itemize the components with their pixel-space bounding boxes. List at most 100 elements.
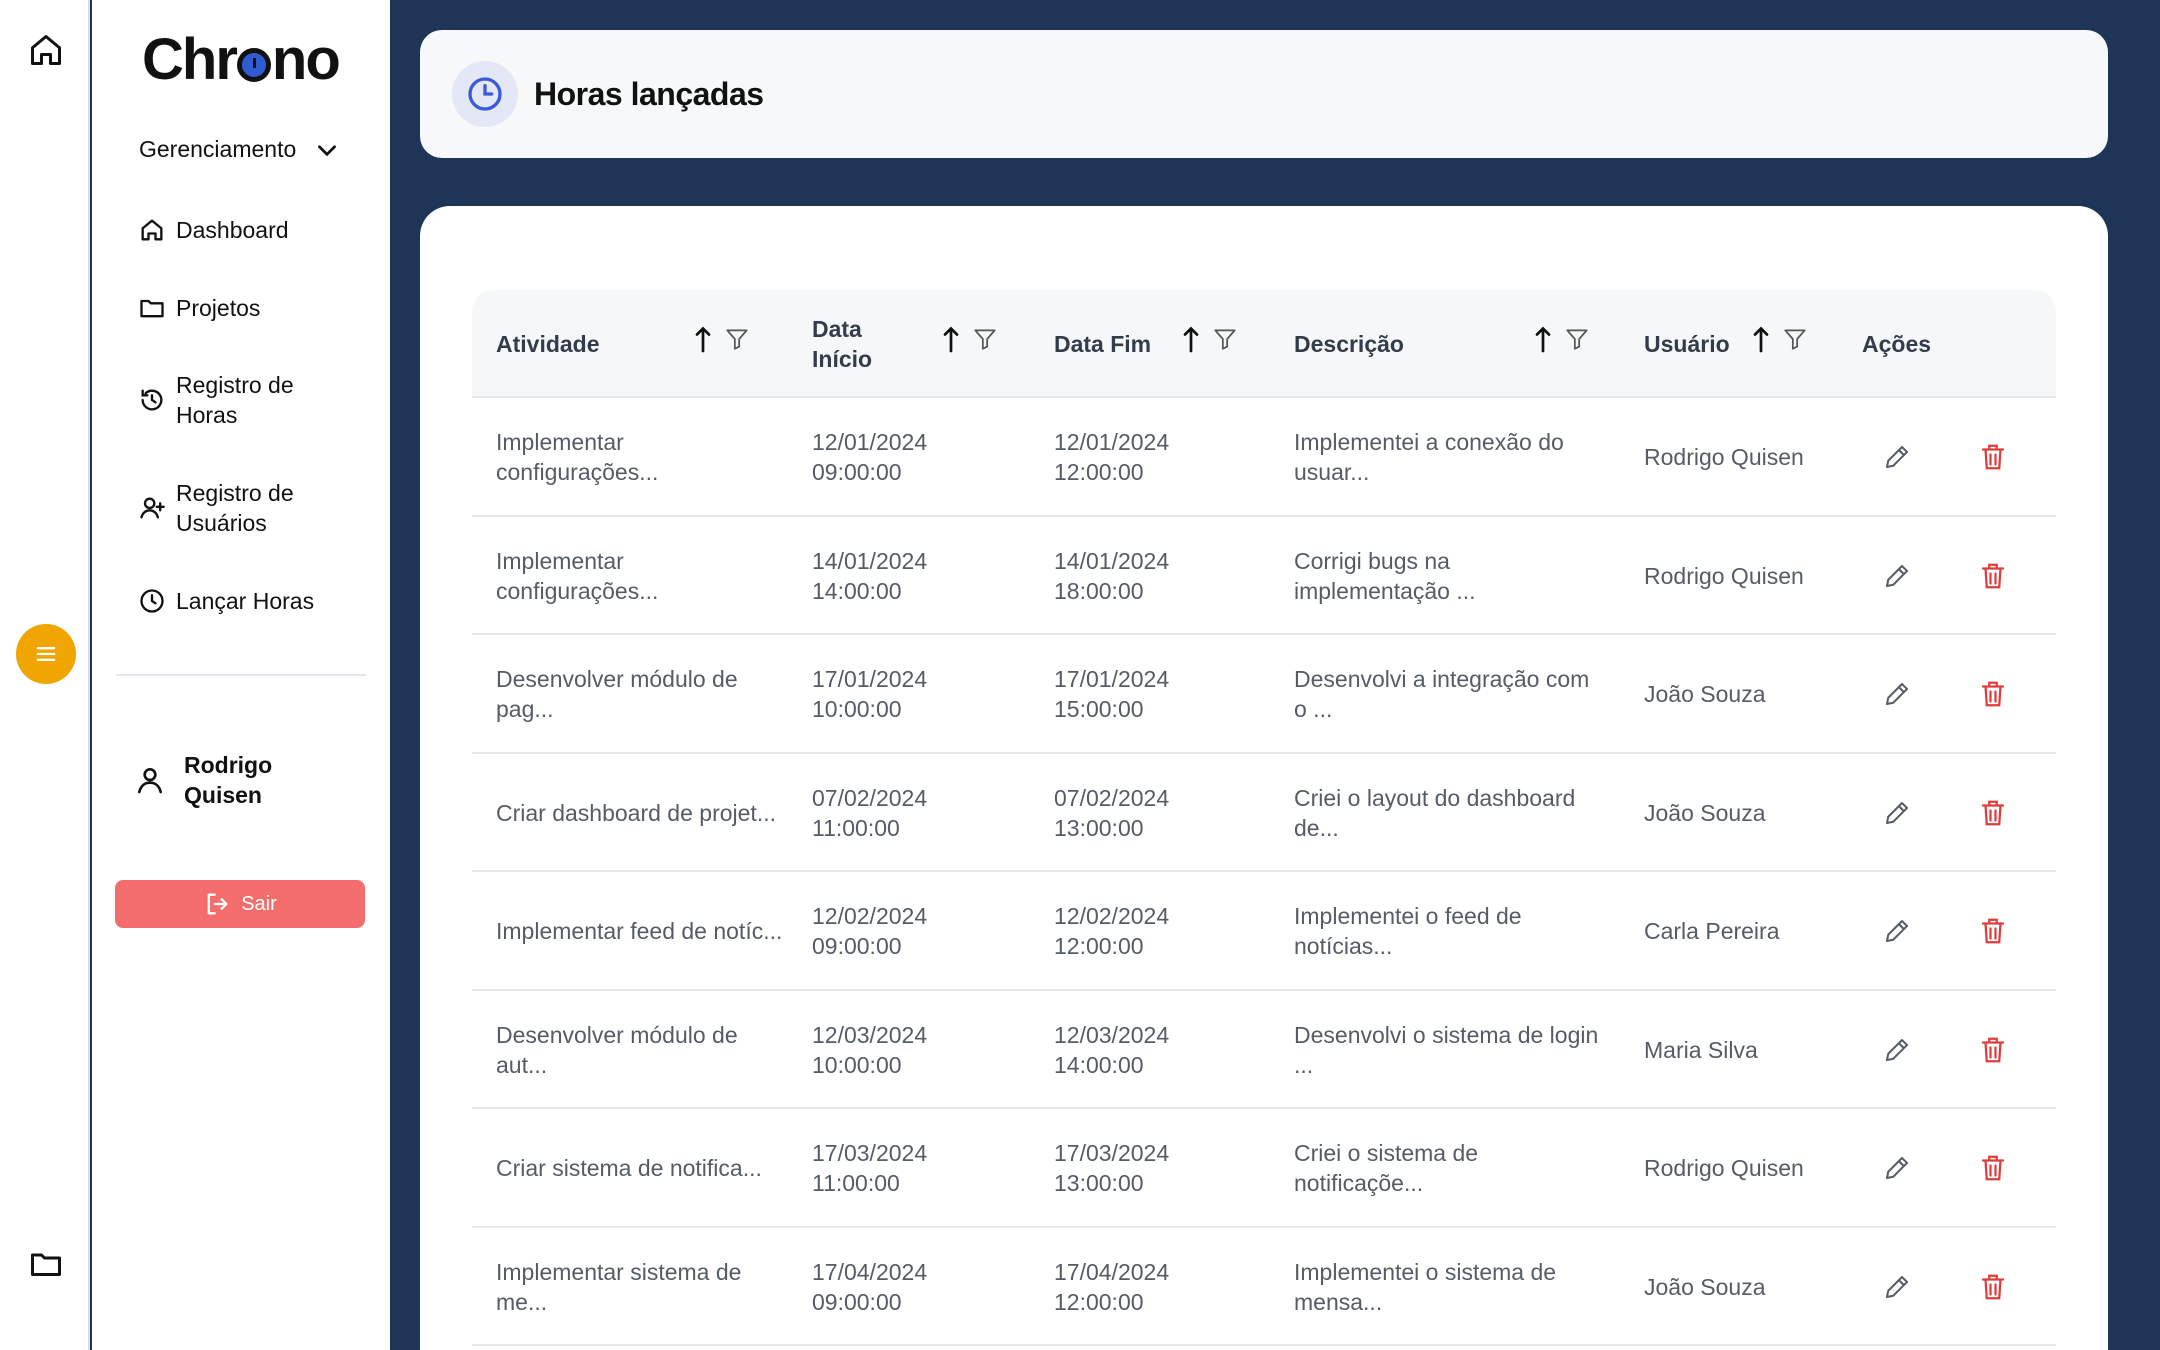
table-body: Implementar configurações... 12/01/2024 … xyxy=(472,398,2056,1346)
cell-descricao: Implementei a conexão do usuar... xyxy=(1294,429,1564,485)
user-profile: Rodrigo Quisen xyxy=(134,750,294,810)
cell-descricao: Implementei o feed de notícias... xyxy=(1294,903,1522,959)
cell-data-fim: 17/04/2024 12:00:00 xyxy=(1054,1258,1170,1315)
home-icon[interactable] xyxy=(28,32,64,68)
cell-usuario: Maria Silva xyxy=(1644,1036,1758,1063)
cell-descricao: Implementei o sistema de mensa... xyxy=(1294,1258,1557,1315)
trash-icon[interactable] xyxy=(1978,1272,2008,1302)
cell-data-fim: 12/03/2024 14:00:00 xyxy=(1054,1021,1170,1078)
cell-usuario: João Souza xyxy=(1644,681,1766,707)
management-dropdown[interactable]: Gerenciamento xyxy=(139,136,340,163)
filter-icon[interactable] xyxy=(724,326,750,352)
table-row: Desenvolver módulo de aut... 12/03/2024 … xyxy=(472,991,2056,1109)
edit-icon[interactable] xyxy=(1882,1272,1912,1302)
folder-icon[interactable] xyxy=(28,1246,64,1282)
cell-atividade: Criar dashboard de projet... xyxy=(496,799,776,826)
menu-icon xyxy=(36,647,56,661)
sort-arrow-icon[interactable] xyxy=(942,324,960,354)
cell-data-fim: 17/03/2024 13:00:00 xyxy=(1054,1140,1170,1196)
home-icon xyxy=(141,219,163,241)
sort-arrow-icon[interactable] xyxy=(1182,324,1200,354)
sort-arrow-icon[interactable] xyxy=(1752,324,1770,354)
cell-atividade: Desenvolver módulo de pag... xyxy=(496,666,738,722)
sidebar-item-label: Projetos xyxy=(176,295,261,321)
edit-icon[interactable] xyxy=(1882,798,1912,828)
menu-toggle-button[interactable] xyxy=(16,624,76,684)
sidebar-item-label: Dashboard xyxy=(176,217,289,243)
trash-icon[interactable] xyxy=(1978,916,2008,946)
filter-icon[interactable] xyxy=(1782,326,1808,352)
cell-data-inicio: 12/01/2024 09:00:00 xyxy=(812,429,928,485)
trash-icon[interactable] xyxy=(1978,442,2008,472)
cell-descricao: Criei o sistema de notificaçõe... xyxy=(1294,1140,1479,1196)
sidebar-item-dashboard[interactable]: Dashboard xyxy=(138,215,289,245)
table-row: Criar dashboard de projet... 07/02/2024 … xyxy=(472,754,2056,872)
edit-icon[interactable] xyxy=(1882,442,1912,472)
sort-arrow-icon[interactable] xyxy=(694,324,712,354)
cell-usuario: Rodrigo Quisen xyxy=(1644,562,1804,589)
table-row: Implementar feed de notíc... 12/02/2024 … xyxy=(472,872,2056,991)
table-header: Atividade Data Início Data Fim Descrição… xyxy=(472,290,2056,398)
filter-icon[interactable] xyxy=(1564,326,1590,352)
cell-data-fim: 07/02/2024 13:00:00 xyxy=(1054,784,1170,841)
logout-icon xyxy=(207,893,228,915)
trash-icon[interactable] xyxy=(1978,798,2008,828)
cell-data-inicio: 14/01/2024 14:00:00 xyxy=(812,547,928,604)
table-row: Implementar configurações... 12/01/2024 … xyxy=(472,398,2056,517)
column-header-data-inicio: Data Início xyxy=(812,316,873,372)
sort-arrow-icon[interactable] xyxy=(1534,324,1552,354)
user-name: Rodrigo Quisen xyxy=(184,752,273,808)
edit-icon[interactable] xyxy=(1882,1035,1912,1065)
cell-atividade: Implementar sistema de me... xyxy=(496,1258,742,1315)
management-label: Gerenciamento xyxy=(139,136,297,162)
cell-usuario: Rodrigo Quisen xyxy=(1644,1155,1804,1181)
cell-data-inicio: 17/01/2024 10:00:00 xyxy=(812,666,928,722)
clock-icon xyxy=(452,61,518,127)
sidebar-item-label: Lançar Horas xyxy=(176,588,315,614)
sidebar-item-registro-usuarios[interactable]: Registro de Usuários xyxy=(138,478,316,538)
sidebar-item-projetos[interactable]: Projetos xyxy=(138,293,260,323)
cell-data-inicio: 17/04/2024 09:00:00 xyxy=(812,1258,928,1315)
cell-data-fim: 14/01/2024 18:00:00 xyxy=(1054,547,1170,604)
trash-icon[interactable] xyxy=(1978,1035,2008,1065)
cell-usuario: João Souza xyxy=(1644,799,1766,826)
cell-atividade: Desenvolver módulo de aut... xyxy=(496,1021,738,1078)
column-header-descricao: Descrição xyxy=(1294,331,1404,357)
cell-data-inicio: 12/02/2024 09:00:00 xyxy=(812,903,928,959)
table-row: Desenvolver módulo de pag... 17/01/2024 … xyxy=(472,635,2056,754)
table-row: Implementar configurações... 14/01/2024 … xyxy=(472,517,2056,635)
sidebar-item-registro-horas[interactable]: Registro de Horas xyxy=(138,370,316,430)
column-header-usuario: Usuário xyxy=(1644,331,1730,357)
clock-icon xyxy=(140,589,164,613)
history-icon xyxy=(141,389,163,411)
page-header: Horas lançadas xyxy=(420,30,2108,158)
trash-icon[interactable] xyxy=(1978,561,2008,591)
edit-icon[interactable] xyxy=(1882,1153,1912,1183)
trash-icon[interactable] xyxy=(1978,1153,2008,1183)
edit-icon[interactable] xyxy=(1882,561,1912,591)
cell-descricao: Criei o layout do dashboard de... xyxy=(1294,784,1576,841)
edit-icon[interactable] xyxy=(1882,916,1912,946)
sidebar-item-label: Registro de Usuários xyxy=(176,480,294,536)
folder-icon xyxy=(140,299,164,318)
filter-icon[interactable] xyxy=(1212,326,1238,352)
cell-data-inicio: 17/03/2024 11:00:00 xyxy=(812,1140,928,1196)
hours-table: Atividade Data Início Data Fim Descrição… xyxy=(472,290,2056,1346)
column-header-acoes: Ações xyxy=(1862,331,1932,357)
sidebar-item-lancar-horas[interactable]: Lançar Horas xyxy=(138,586,314,616)
cell-atividade: Implementar configurações... xyxy=(496,429,659,485)
cell-usuario: João Souza xyxy=(1644,1273,1766,1300)
trash-icon[interactable] xyxy=(1978,679,2008,709)
content-card: Atividade Data Início Data Fim Descrição… xyxy=(420,206,2108,1350)
cell-data-fim: 12/02/2024 12:00:00 xyxy=(1054,903,1170,959)
cell-data-inicio: 12/03/2024 10:00:00 xyxy=(812,1021,928,1078)
edit-icon[interactable] xyxy=(1882,679,1912,709)
column-header-data-fim: Data Fim xyxy=(1054,331,1152,357)
cell-descricao: Desenvolvi o sistema de login ... xyxy=(1294,1021,1599,1078)
page-title: Horas lançadas xyxy=(534,75,764,112)
filter-icon[interactable] xyxy=(972,326,998,352)
sidebar-divider xyxy=(116,674,366,676)
icon-rail xyxy=(0,0,90,1350)
logout-button[interactable]: Sair xyxy=(115,880,365,928)
user-plus-icon xyxy=(140,497,165,519)
